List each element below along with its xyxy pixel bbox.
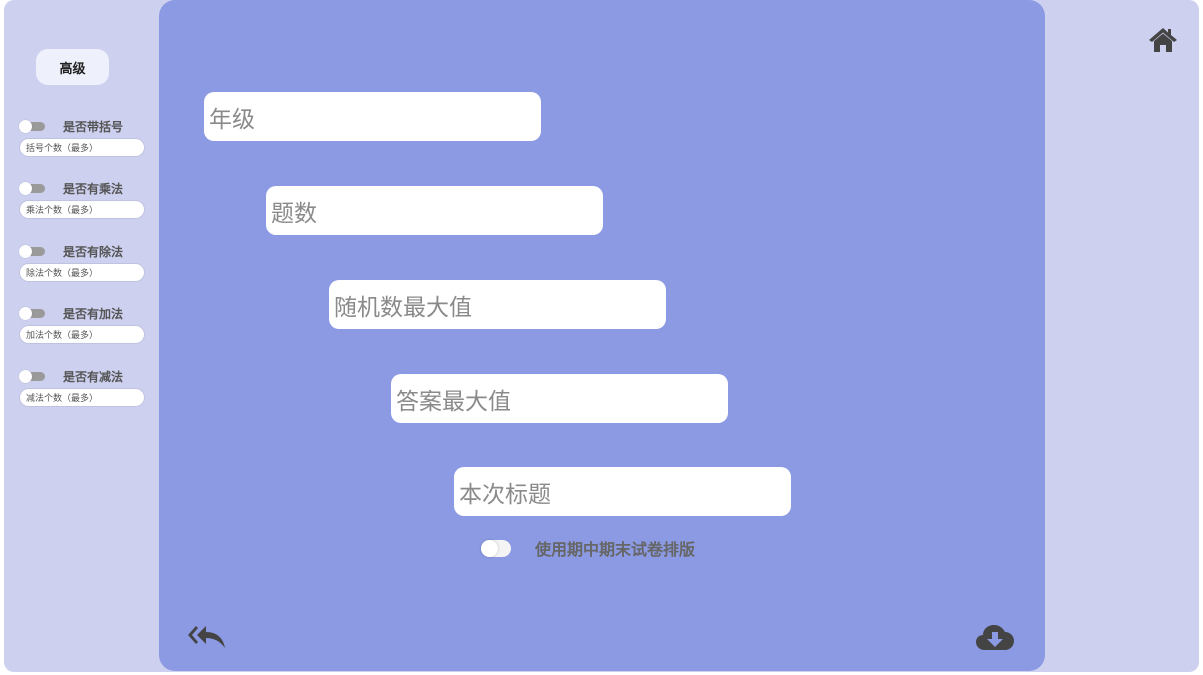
subtraction-toggle[interactable]: [19, 369, 45, 383]
reply-all-icon[interactable]: [187, 624, 227, 654]
cloud-download-icon[interactable]: [975, 622, 1015, 656]
answer-max-input[interactable]: 答案最大值: [391, 374, 728, 423]
title-input[interactable]: 本次标题: [454, 467, 791, 516]
addition-toggle[interactable]: [19, 306, 45, 320]
question-count-input[interactable]: 题数: [266, 186, 603, 235]
option-division: 是否有除法 除法个数（最多）: [19, 243, 146, 281]
exam-layout-toggle[interactable]: [481, 539, 511, 557]
multiplication-count-input[interactable]: 乘法个数（最多）: [20, 201, 144, 218]
grade-input[interactable]: 年级: [204, 92, 541, 141]
option-addition: 是否有加法 加法个数（最多）: [19, 305, 146, 343]
division-count-input[interactable]: 除法个数（最多）: [20, 264, 144, 281]
division-label: 是否有除法: [63, 244, 124, 259]
multiplication-toggle[interactable]: [19, 181, 45, 195]
division-toggle[interactable]: [19, 244, 45, 258]
parentheses-label: 是否带括号: [63, 119, 124, 134]
exam-layout-row: 使用期中期末试卷排版: [481, 536, 695, 560]
addition-label: 是否有加法: [63, 306, 124, 321]
home-icon[interactable]: [1148, 27, 1178, 57]
subtraction-count-input[interactable]: 减法个数（最多）: [20, 389, 144, 406]
multiplication-label: 是否有乘法: [63, 181, 124, 196]
exam-layout-label: 使用期中期末试卷排版: [535, 540, 696, 559]
random-max-input[interactable]: 随机数最大值: [329, 280, 666, 329]
parentheses-toggle[interactable]: [19, 119, 45, 133]
advanced-button[interactable]: 高级: [36, 49, 109, 85]
parentheses-count-input[interactable]: 括号个数（最多）: [20, 139, 144, 156]
subtraction-label: 是否有减法: [63, 369, 124, 384]
addition-count-input[interactable]: 加法个数（最多）: [20, 326, 144, 343]
option-parentheses: 是否带括号 括号个数（最多）: [19, 118, 146, 156]
option-subtraction: 是否有减法 减法个数（最多）: [19, 368, 146, 406]
option-multiplication: 是否有乘法 乘法个数（最多）: [19, 180, 146, 218]
